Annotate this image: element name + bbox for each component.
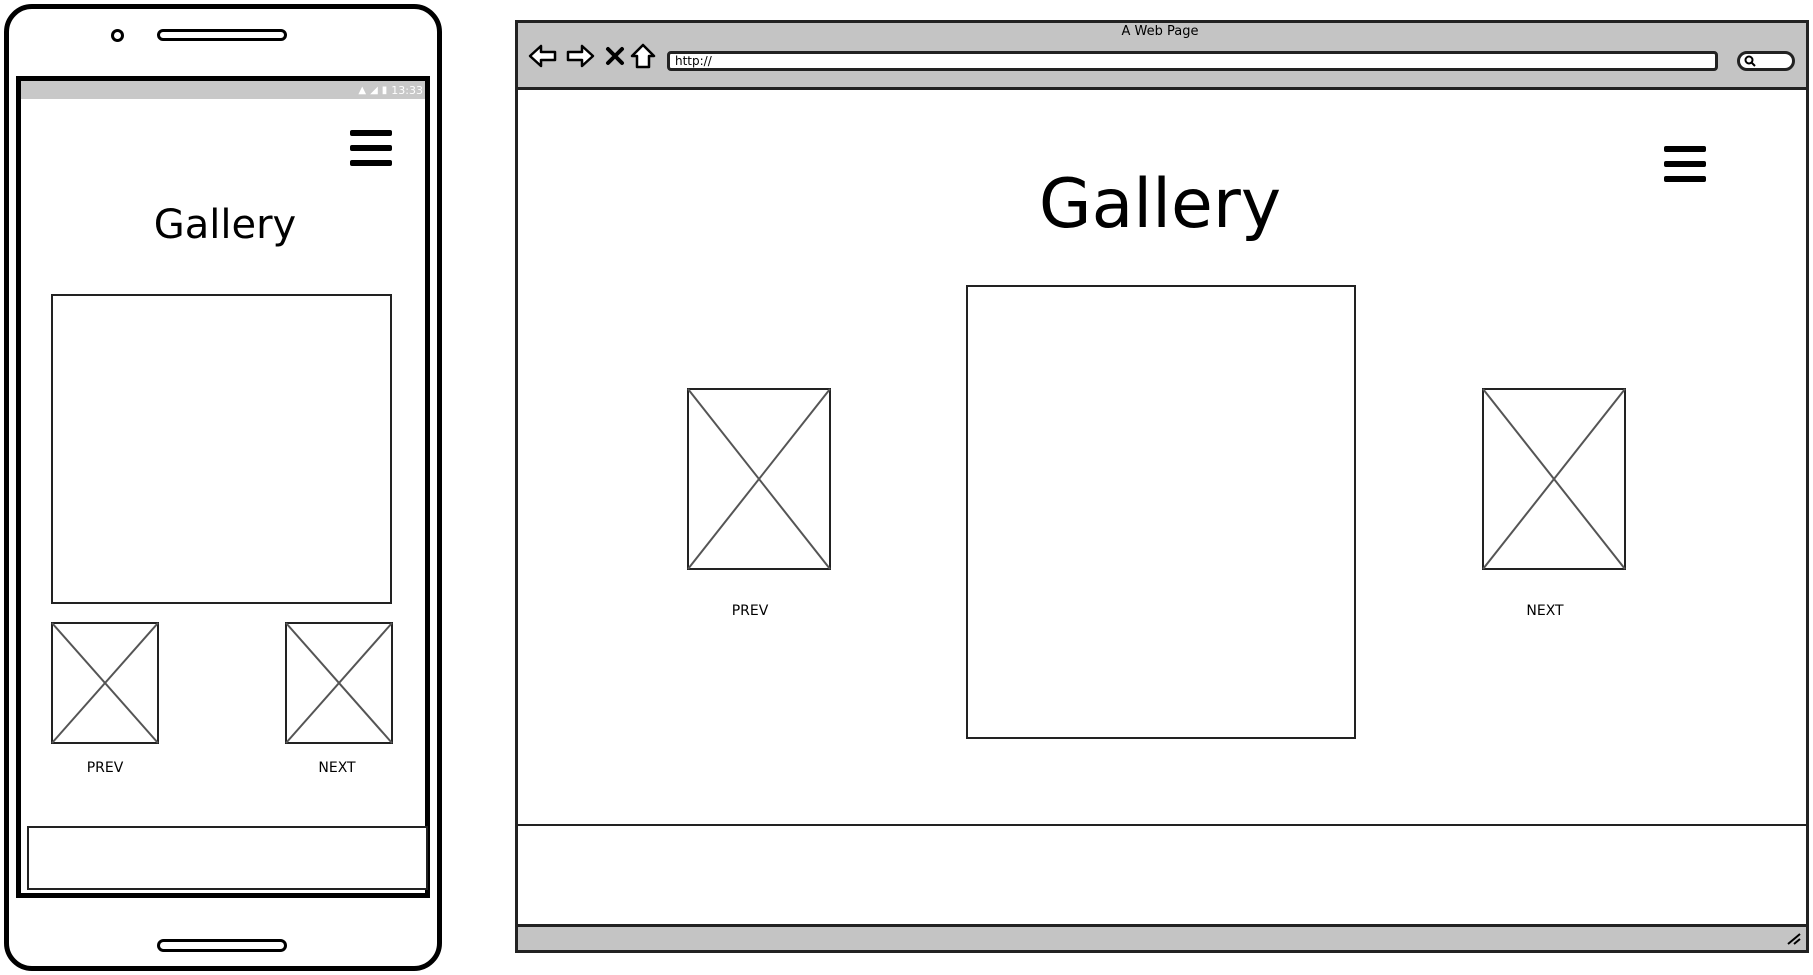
browser-status-bar — [518, 924, 1806, 950]
browser-window-title: A Web Page — [1121, 24, 1199, 39]
footer — [27, 826, 428, 890]
signal-icon: ◢ — [370, 84, 378, 96]
stop-button[interactable] — [600, 42, 630, 70]
phone-speaker — [157, 29, 287, 41]
back-button[interactable] — [528, 42, 558, 70]
forward-button[interactable] — [565, 42, 595, 70]
phone-status-time: 13:33 — [391, 83, 423, 97]
close-icon — [606, 47, 624, 65]
phone-status-indicators: ▲ ◢ ▮ 13:33 — [340, 81, 425, 99]
next-thumbnail[interactable] — [1482, 388, 1626, 570]
gallery-main-image — [51, 294, 392, 604]
prev-link[interactable]: PREV — [715, 603, 785, 621]
page-title: Gallery — [1038, 165, 1282, 244]
home-icon — [630, 43, 656, 69]
search-icon — [1744, 55, 1756, 67]
next-link[interactable]: NEXT — [1510, 603, 1580, 621]
home-button[interactable] — [628, 42, 658, 70]
gallery-main-image — [966, 285, 1356, 739]
hamburger-menu-icon[interactable] — [1664, 146, 1706, 184]
prev-thumbnail[interactable] — [687, 388, 831, 570]
arrow-left-icon — [528, 44, 557, 68]
resize-grip-icon[interactable] — [1784, 930, 1802, 946]
phone-home-button[interactable] — [157, 939, 287, 952]
browser-search-field[interactable] — [1737, 51, 1795, 71]
page-title: Gallery — [153, 202, 297, 248]
battery-icon: ▮ — [381, 84, 388, 96]
prev-thumbnail[interactable] — [51, 622, 159, 744]
hamburger-menu-icon[interactable] — [350, 130, 392, 168]
next-link[interactable]: NEXT — [302, 760, 372, 778]
prev-link[interactable]: PREV — [70, 760, 140, 778]
next-thumbnail[interactable] — [285, 622, 393, 744]
footer — [518, 824, 1806, 924]
wifi-icon: ▲ — [358, 84, 367, 96]
phone-camera — [111, 29, 124, 42]
arrow-right-icon — [566, 44, 595, 68]
url-input[interactable]: http:// — [667, 51, 1718, 71]
